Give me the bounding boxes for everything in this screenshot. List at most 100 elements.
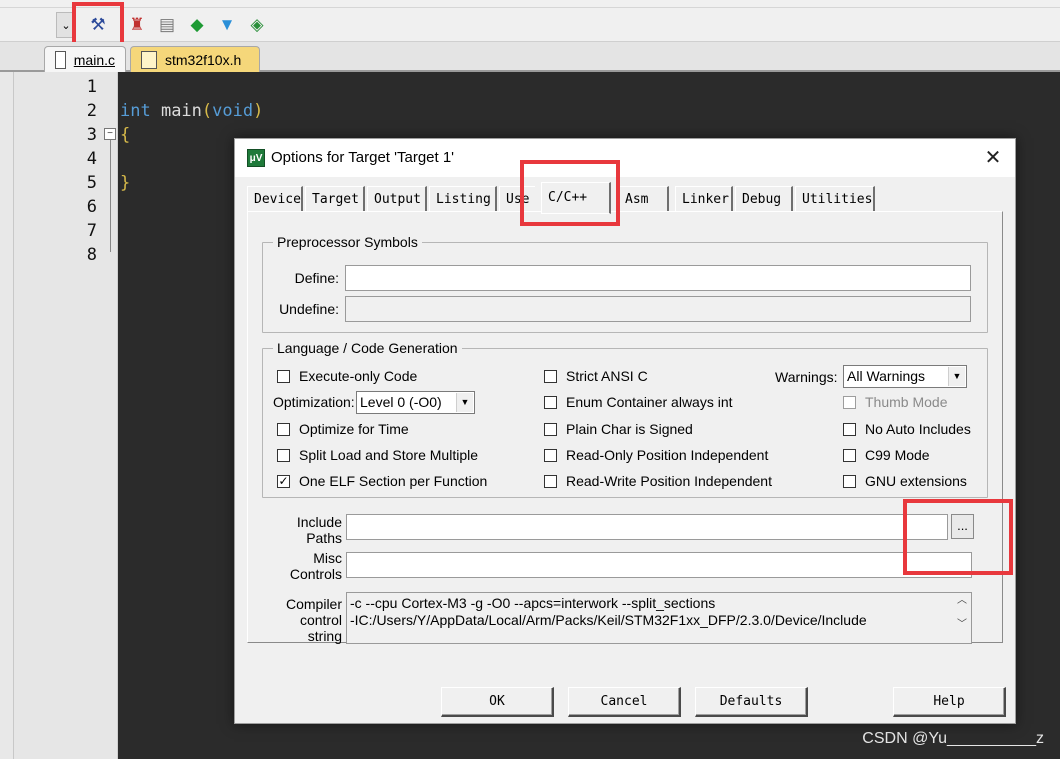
code-keyword: void [212, 101, 254, 121]
one-elf-checkbox[interactable]: ✓ One ELF Section per Function [277, 473, 487, 489]
options-tabs: Device Target Output Listing Use C/C++ A… [247, 182, 987, 214]
dialog-title: Options for Target 'Target 1' [271, 149, 455, 166]
checkbox-box [277, 448, 290, 462]
check-icon: ✓ [277, 473, 290, 488]
compiler-control-label: Compiler control string [285, 596, 342, 644]
close-button[interactable]: ✕ [979, 145, 1007, 171]
diamond-icon[interactable]: ◆ [184, 12, 210, 38]
file-tab-label: main.c [73, 51, 115, 68]
code-paren: ( [201, 101, 213, 121]
checkbox-box [277, 422, 290, 436]
scroll-up-icon[interactable]: ︿ [953, 593, 971, 609]
tab-linker[interactable]: Linker [675, 186, 733, 212]
enum-container-checkbox[interactable]: Enum Container always int [544, 394, 733, 410]
checkbox-label: Thumb Mode [865, 394, 948, 410]
codegen-group: Language / Code Generation Execute-only … [262, 340, 988, 498]
line-number: 4 [86, 149, 97, 169]
optimization-select[interactable]: Level 0 (-O0) ▼ [356, 391, 475, 414]
compiler-control-string[interactable]: -c --cpu Cortex-M3 -g -O0 --apcs=interwo… [346, 592, 972, 644]
tab-listing[interactable]: Listing [429, 186, 497, 212]
checkbox-label: Enum Container always int [566, 394, 733, 410]
tab-device[interactable]: Device [247, 186, 303, 212]
undefine-label: Undefine: [279, 301, 339, 317]
define-label: Define: [294, 270, 339, 286]
tab-output[interactable]: Output [367, 186, 427, 212]
checkbox-label: GNU extensions [865, 473, 967, 489]
file-tab-bar: main.c stm32f10x.h [0, 42, 1060, 72]
defaults-button[interactable]: Defaults [695, 687, 808, 717]
ro-pi-checkbox[interactable]: Read-Only Position Independent [544, 447, 768, 463]
undefine-input[interactable] [345, 296, 971, 322]
pack-installer-icon[interactable]: ◈ [244, 12, 270, 38]
keil-app-icon: μV [247, 149, 265, 167]
ok-button[interactable]: OK [441, 687, 554, 717]
checkbox-label: Plain Char is Signed [566, 421, 693, 437]
c99-mode-checkbox[interactable]: C99 Mode [843, 447, 930, 463]
no-auto-includes-checkbox[interactable]: No Auto Includes [843, 421, 971, 437]
misc-controls-input[interactable] [346, 552, 972, 578]
define-input[interactable] [345, 265, 971, 291]
chevron-down-icon: ▼ [456, 393, 473, 412]
tab-c-cpp[interactable]: C/C++ [541, 182, 611, 214]
dropdown-arrow-icon[interactable]: ⌄ [56, 12, 76, 38]
split-load-checkbox[interactable]: Split Load and Store Multiple [277, 447, 478, 463]
checkbox-label: C99 Mode [865, 447, 930, 463]
tab-utilities[interactable]: Utilities [795, 186, 875, 212]
line-number: 1 [86, 77, 97, 97]
file-tab-stm32f10x-h[interactable]: stm32f10x.h [130, 46, 260, 72]
c-file-icon [55, 50, 66, 69]
tab-user[interactable]: Use [499, 186, 535, 212]
scroll-down-icon[interactable]: ﹀ [953, 617, 971, 633]
chevron-down-icon: ▼ [948, 367, 965, 386]
options-for-target-icon[interactable]: ⚒ [85, 12, 111, 38]
warnings-value: All Warnings [847, 368, 926, 384]
h-file-icon [141, 50, 157, 69]
tab-debug[interactable]: Debug [735, 186, 793, 212]
checkbox-box [544, 448, 557, 462]
fold-toggle-icon[interactable]: − [104, 128, 116, 140]
watermark: CSDN @Yu__________z [862, 730, 1044, 747]
preprocessor-group: Preprocessor Symbols Define: Undefine: [262, 234, 988, 333]
codegen-group-title: Language / Code Generation [273, 340, 462, 356]
copy-icon[interactable]: ▤ [154, 12, 180, 38]
file-tab-main-c[interactable]: main.c [44, 46, 126, 72]
compiler-control-line: -c --cpu Cortex-M3 -g -O0 --apcs=interwo… [350, 595, 716, 611]
checkbox-label: Optimize for Time [299, 421, 409, 437]
optimize-time-checkbox[interactable]: Optimize for Time [277, 421, 409, 437]
help-button[interactable]: Help [893, 687, 1006, 717]
warnings-select[interactable]: All Warnings ▼ [843, 365, 967, 388]
checkbox-box [544, 395, 557, 409]
rw-pi-checkbox[interactable]: Read-Write Position Independent [544, 473, 772, 489]
checkbox-label: Split Load and Store Multiple [299, 447, 478, 463]
plain-char-checkbox[interactable]: Plain Char is Signed [544, 421, 693, 437]
checkbox-label: One ELF Section per Function [299, 473, 488, 489]
load-icon[interactable]: ♜ [124, 12, 150, 38]
line-number: 6 [86, 197, 97, 217]
gnu-extensions-checkbox[interactable]: GNU extensions [843, 473, 967, 489]
checkbox-box [544, 474, 557, 488]
thumb-mode-checkbox[interactable]: Thumb Mode [843, 394, 947, 410]
tab-asm[interactable]: Asm [619, 186, 669, 212]
compiler-control-scrollbar[interactable]: ︿ ﹀ [953, 593, 971, 643]
strict-ansi-checkbox[interactable]: Strict ANSI C [544, 368, 648, 384]
checkbox-label: Read-Write Position Independent [566, 473, 772, 489]
line-number: 5 [86, 173, 97, 193]
include-paths-browse-button[interactable]: ... [951, 514, 974, 539]
line-number-gutter: 1 2 3 4 5 6 7 8 [14, 72, 118, 759]
include-paths-input[interactable] [346, 514, 948, 540]
checkbox-box [843, 422, 856, 436]
code-line-3: { [120, 125, 131, 145]
download-icon[interactable]: ▼ [214, 12, 240, 38]
menu-strip [0, 0, 1060, 8]
tab-target[interactable]: Target [305, 186, 365, 212]
checkbox-label: No Auto Includes [865, 421, 971, 437]
optimization-label: Optimization: [273, 394, 355, 410]
execute-only-checkbox[interactable]: Execute-only Code [277, 368, 417, 384]
dialog-titlebar[interactable]: μV Options for Target 'Target 1' ✕ [235, 139, 1015, 177]
options-dialog: μV Options for Target 'Target 1' ✕ Devic… [234, 138, 1016, 724]
line-number: 7 [86, 221, 97, 241]
checkbox-box [843, 448, 856, 462]
checkbox-box [277, 369, 290, 383]
checkbox-box [544, 422, 557, 436]
cancel-button[interactable]: Cancel [568, 687, 681, 717]
